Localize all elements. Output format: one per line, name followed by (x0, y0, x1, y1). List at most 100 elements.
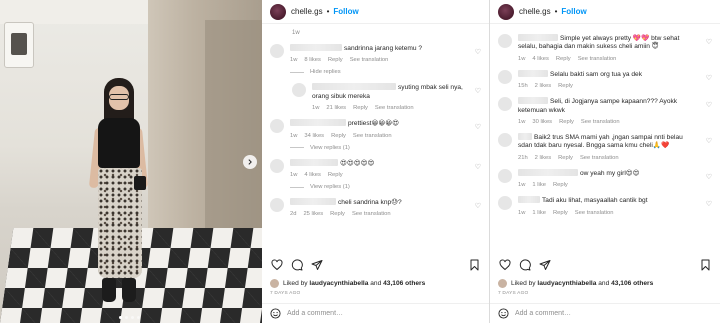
comment-likes[interactable]: 4 likes (304, 172, 320, 178)
add-comment-input[interactable]: Add a comment… (287, 310, 343, 317)
comment-likes[interactable]: 1 like (532, 182, 546, 188)
reply-button[interactable]: Reply (558, 155, 573, 161)
reply-button[interactable]: Reply (330, 211, 345, 217)
heart-icon[interactable] (498, 259, 511, 272)
share-icon[interactable] (310, 259, 323, 272)
bookmark-icon[interactable] (468, 259, 481, 272)
heart-icon[interactable]: ♡ (706, 38, 712, 46)
separator-dot: • (554, 7, 558, 16)
avatar[interactable] (498, 196, 512, 211)
reply-button[interactable]: Reply (558, 83, 573, 89)
avatar[interactable] (270, 279, 279, 288)
avatar[interactable] (498, 34, 512, 48)
see-translation-link[interactable]: See translation (581, 119, 620, 125)
avatar[interactable] (270, 119, 284, 134)
photo-ac-unit (4, 22, 34, 68)
comment-time: 1w (292, 30, 300, 36)
liked-by-and: and (598, 280, 610, 287)
emoji-icon[interactable] (270, 308, 281, 319)
reply-button[interactable]: Reply (328, 57, 343, 63)
post-username[interactable]: chelle.gs (519, 7, 551, 16)
add-comment-input[interactable]: Add a comment… (515, 310, 571, 317)
blurred-username (518, 168, 578, 176)
comment-item: Tadi aku lihat, masyaallah cantik bgt 1w… (498, 196, 712, 216)
heart-icon[interactable]: ♡ (475, 87, 481, 95)
avatar[interactable] (498, 69, 512, 84)
blurred-username (518, 34, 558, 41)
heart-icon[interactable]: ♡ (475, 123, 481, 131)
reply-button[interactable]: Reply (553, 182, 568, 188)
comment-likes[interactable]: 25 likes (303, 211, 323, 217)
heart-icon[interactable] (270, 259, 283, 272)
comment-likes[interactable]: 34 likes (304, 133, 324, 139)
heart-icon[interactable]: ♡ (475, 48, 481, 56)
avatar[interactable] (292, 83, 306, 98)
reply-button[interactable]: Reply (353, 105, 368, 111)
heart-icon[interactable]: ♡ (706, 173, 712, 181)
reply-button[interactable]: Reply (559, 119, 574, 125)
liked-by-user[interactable]: laudyacynthiabella (537, 280, 596, 287)
emoji-icon[interactable] (498, 308, 509, 319)
comment-icon[interactable] (290, 259, 303, 272)
comments-panel-2: chelle.gs • Follow Simple yet always pre… (490, 0, 720, 323)
liked-by-count[interactable]: 43,106 others (383, 280, 425, 287)
photo-door (205, 20, 262, 230)
carousel-dot (137, 316, 140, 319)
see-translation-link[interactable]: See translation (375, 105, 414, 111)
avatar[interactable] (270, 44, 284, 58)
comment-likes[interactable]: 2 likes (535, 83, 551, 89)
avatar[interactable] (270, 3, 286, 20)
see-translation-link[interactable]: See translation (575, 210, 614, 216)
see-translation-link[interactable]: See translation (578, 56, 617, 62)
comment-list: 1w sandrinna jarang ketemu ? 1w 8 likes … (262, 24, 489, 217)
view-replies-link[interactable]: View replies (1) (290, 145, 481, 151)
see-translation-link[interactable]: See translation (350, 57, 389, 63)
see-translation-link[interactable]: See translation (353, 133, 392, 139)
heart-icon[interactable]: ♡ (706, 200, 712, 208)
heart-icon[interactable]: ♡ (706, 101, 712, 109)
comment-likes[interactable]: 4 likes (532, 56, 548, 62)
heart-icon[interactable]: ♡ (706, 74, 712, 82)
bookmark-icon[interactable] (699, 259, 712, 272)
liked-by-user[interactable]: laudyacynthiabella (309, 280, 368, 287)
reply-button[interactable]: Reply (556, 56, 571, 62)
heart-icon[interactable]: ♡ (475, 202, 481, 210)
follow-button[interactable]: Follow (561, 7, 586, 16)
follow-button[interactable]: Follow (333, 7, 358, 16)
reply-button[interactable]: Reply (328, 172, 343, 178)
avatar[interactable] (498, 3, 514, 20)
blurred-username (518, 133, 532, 141)
view-replies-link[interactable]: View replies (1) (290, 184, 481, 190)
comment-text: sandrinna jarang ketemu ? (344, 45, 423, 52)
avatar[interactable] (498, 97, 512, 112)
avatar[interactable] (498, 279, 507, 288)
avatar[interactable] (498, 133, 512, 148)
heart-icon[interactable]: ♡ (475, 163, 481, 171)
comment-text: Baik2 trus SMA mami yah ,jngan sampai nn… (518, 134, 683, 150)
comment-likes[interactable]: 2 likes (535, 155, 551, 161)
share-icon[interactable] (538, 259, 551, 272)
comment-time: 1w (312, 105, 320, 112)
comment-icon[interactable] (518, 259, 531, 272)
see-translation-link[interactable]: See translation (352, 211, 391, 217)
comment-likes[interactable]: 30 likes (532, 119, 552, 125)
comment-likes[interactable]: 8 likes (304, 57, 320, 63)
liked-by-count[interactable]: 43,106 others (611, 280, 653, 287)
blurred-username (518, 69, 548, 77)
add-comment-bar[interactable]: Add a comment… (262, 303, 489, 323)
avatar[interactable] (270, 158, 284, 173)
comment-likes[interactable]: 21 likes (326, 105, 346, 111)
hide-replies-link[interactable]: Hide replies (290, 69, 481, 75)
see-translation-link[interactable]: See translation (580, 155, 619, 161)
reply-button[interactable]: Reply (331, 133, 346, 139)
heart-icon[interactable]: ♡ (706, 137, 712, 145)
comment-likes[interactable]: 1 like (532, 210, 546, 216)
carousel-next-button[interactable] (243, 155, 257, 169)
comment-time: 1w (290, 57, 298, 64)
photo-person (88, 78, 156, 310)
reply-button[interactable]: Reply (553, 210, 568, 216)
avatar[interactable] (270, 198, 284, 213)
add-comment-bar[interactable]: Add a comment… (490, 303, 720, 323)
avatar[interactable] (498, 168, 512, 183)
post-username[interactable]: chelle.gs (291, 7, 323, 16)
